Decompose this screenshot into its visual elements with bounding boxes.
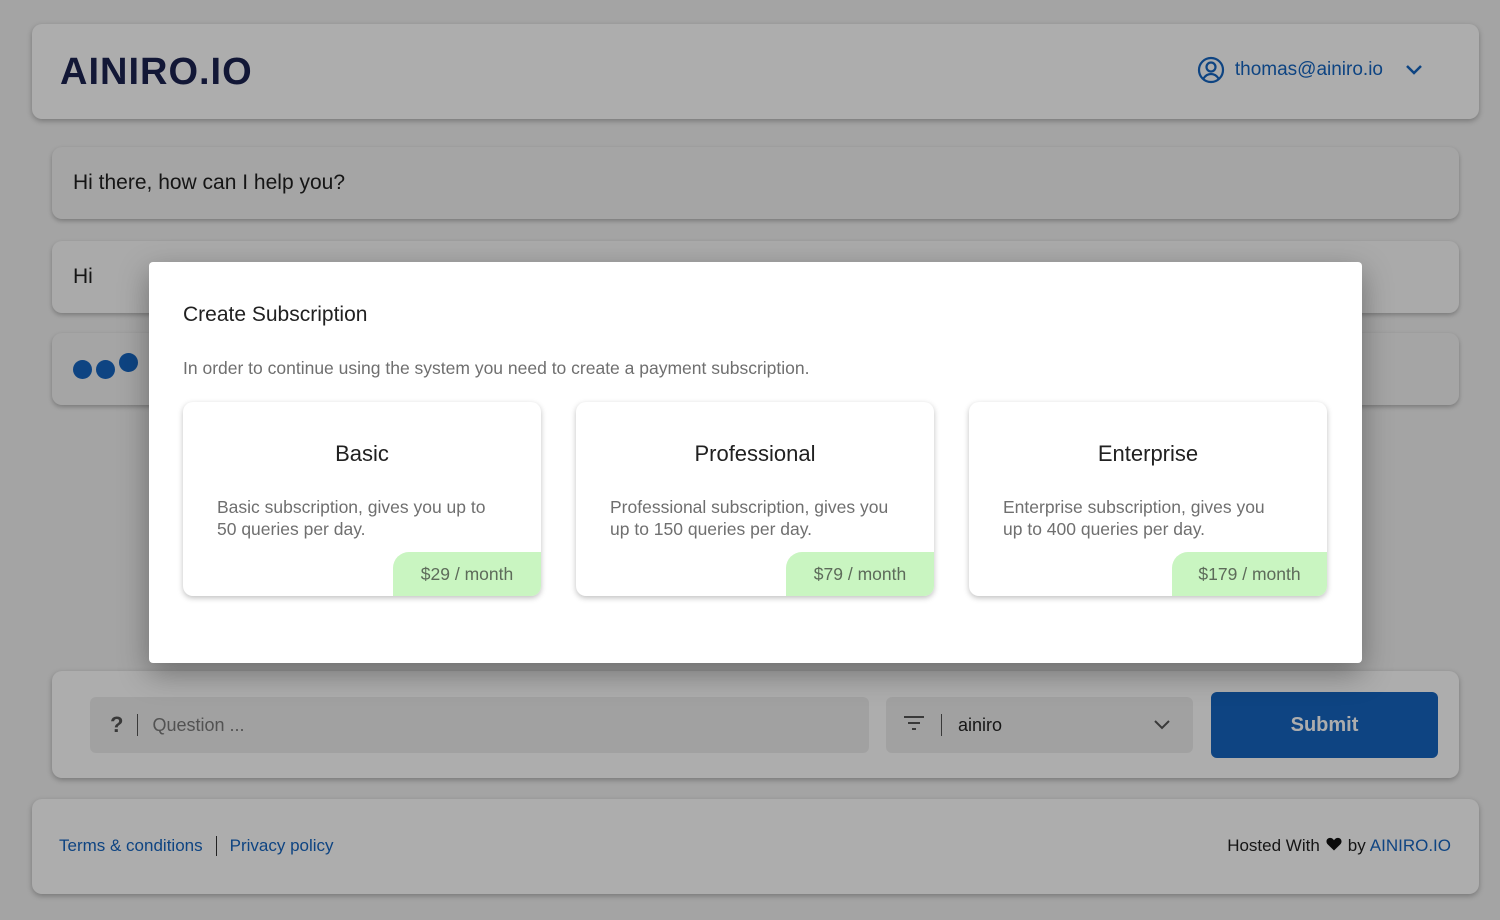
plan-price-badge: $29 / month — [393, 552, 541, 596]
plan-name: Enterprise — [1097, 441, 1199, 466]
plan-description: Enterprise subscription, gives you up to… — [1003, 497, 1265, 539]
plan-name: Professional — [694, 441, 816, 466]
plan-price-badge: $179 / month — [1172, 552, 1327, 596]
dialog-title: Create Subscription — [183, 303, 368, 326]
plan-card-professional[interactable]: Professional Professional subscription, … — [576, 402, 934, 596]
plan-price-badge: $79 / month — [786, 552, 934, 596]
dialog-text: In order to continue using the system yo… — [183, 358, 810, 378]
plan-description: Professional subscription, gives you up … — [610, 497, 889, 539]
plan-card-enterprise[interactable]: Enterprise Enterprise subscription, give… — [969, 402, 1327, 596]
plan-description: Basic subscription, gives you up to 50 q… — [217, 497, 486, 539]
plan-card-basic[interactable]: Basic Basic subscription, gives you up t… — [183, 402, 541, 596]
plan-name: Basic — [335, 441, 389, 466]
create-subscription-dialog: Create Subscription In order to continue… — [149, 262, 1362, 663]
